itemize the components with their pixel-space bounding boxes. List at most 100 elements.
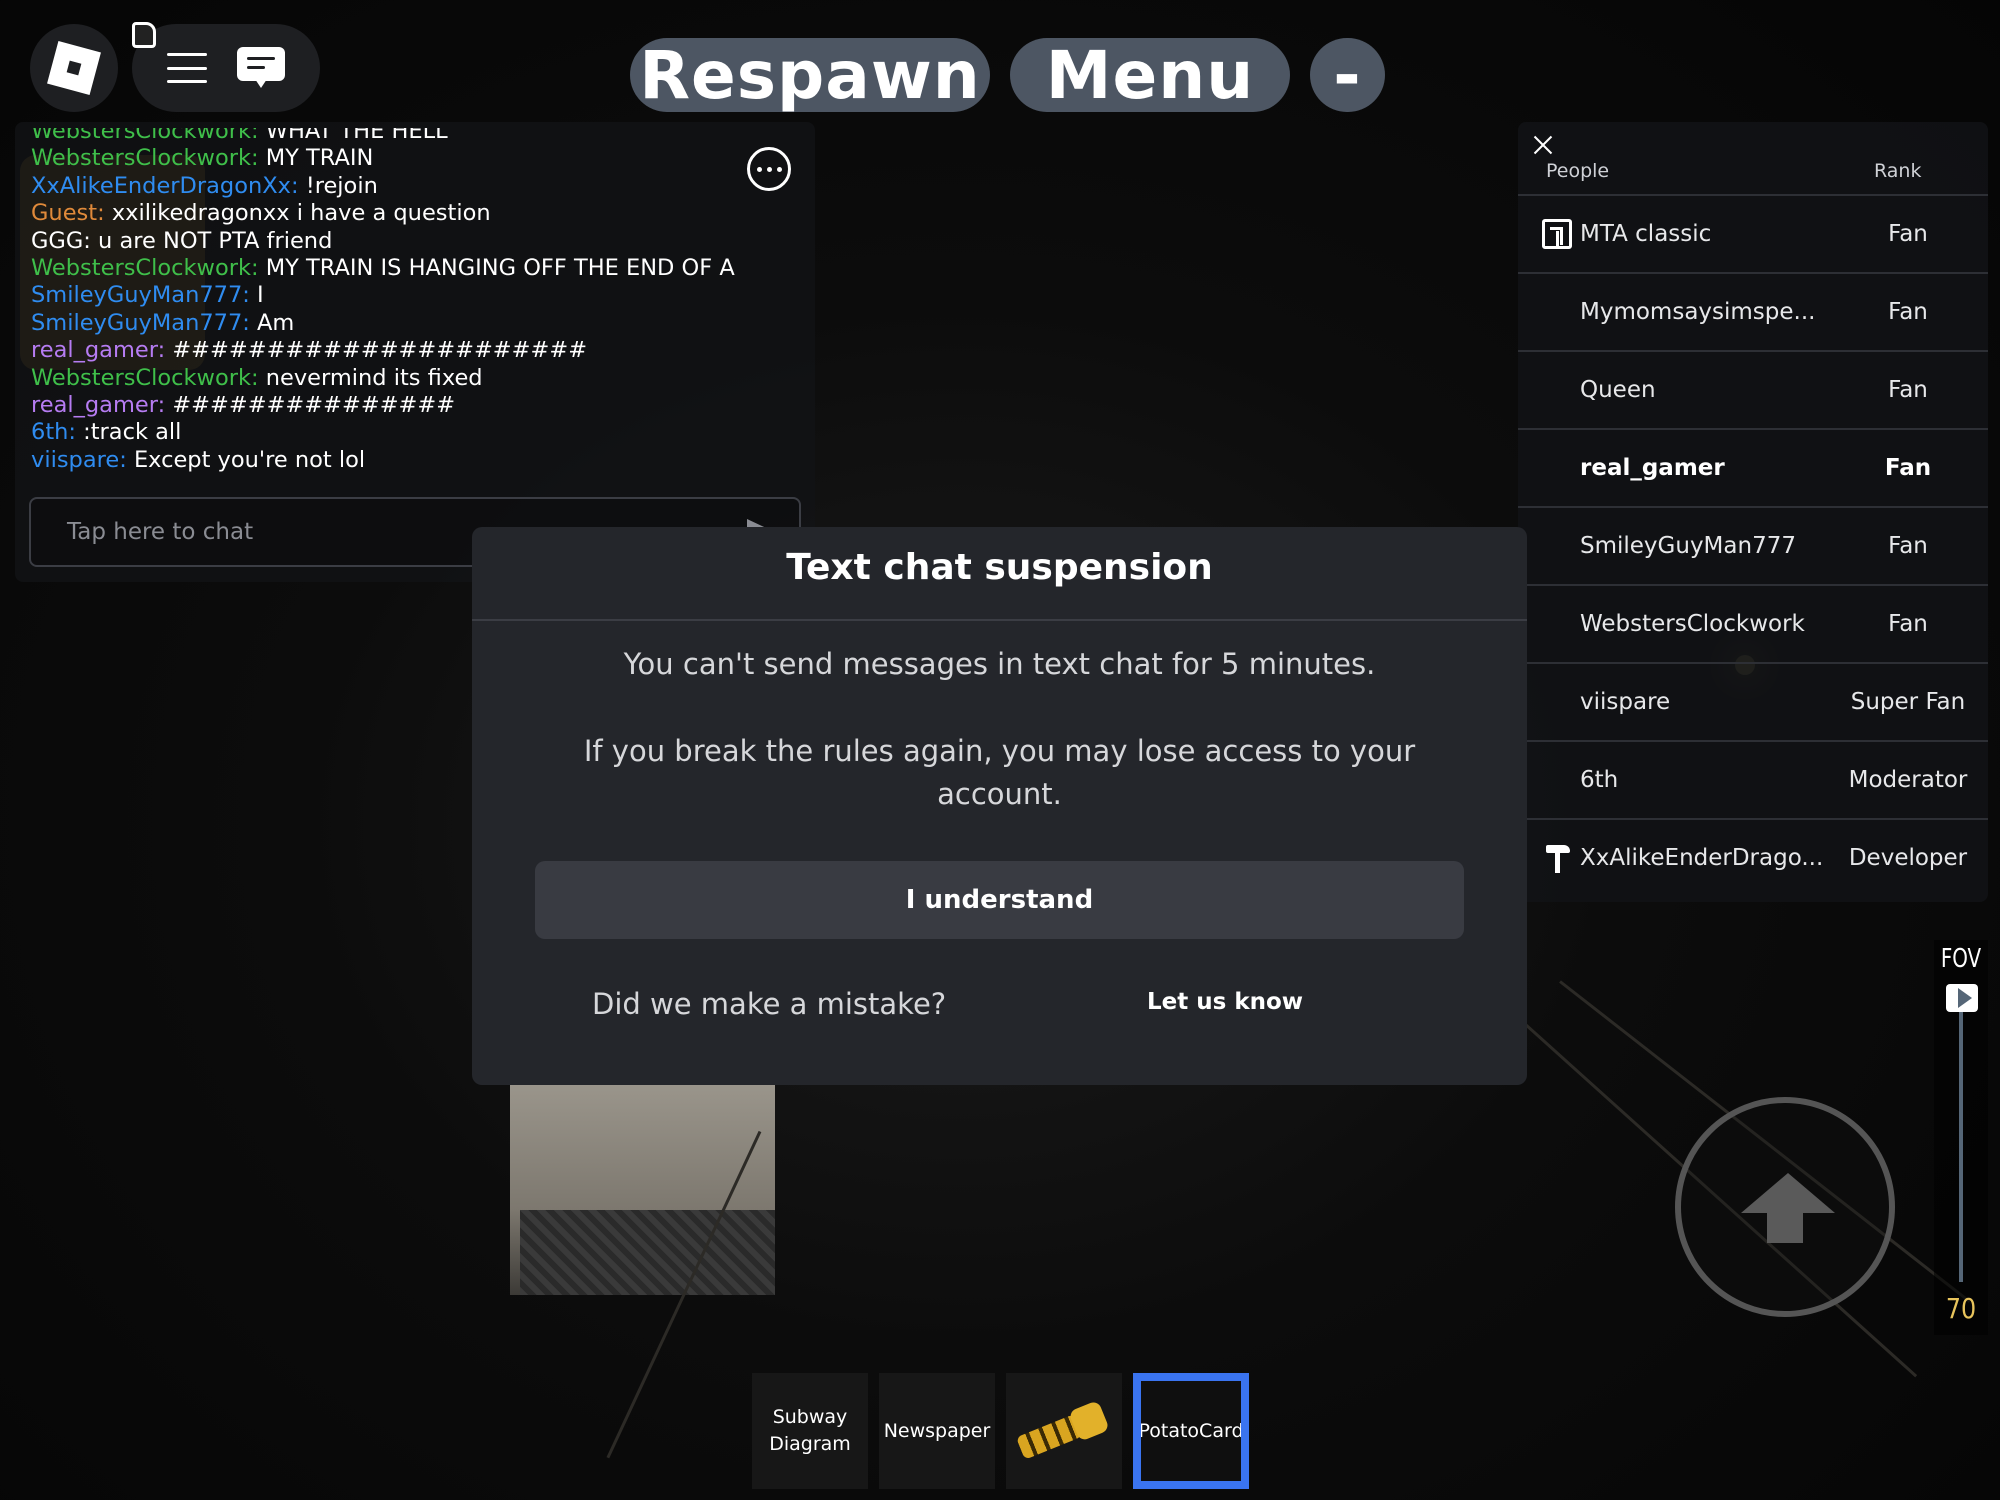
chat-window: WebstersClockwork: WHAT THE HELL Websters… xyxy=(15,122,815,582)
up-arrow-stem xyxy=(1767,1211,1803,1243)
chat-message-author: SmileyGuyMan777: xyxy=(31,282,250,309)
hotbar-slot-label: PotatoCard xyxy=(1138,1419,1244,1442)
menu-chat-button-group xyxy=(132,24,320,112)
hotbar-slot-label: Subway Diagram xyxy=(769,1406,851,1455)
dialog-title: Text chat suspension xyxy=(786,547,1213,588)
player-name: XxAlikeEnderDrago... xyxy=(1580,845,1824,871)
player-rank: Fan xyxy=(1888,221,1928,247)
hotbar-slot-newspaper[interactable]: Newspaper xyxy=(879,1373,995,1489)
player-name: 6th xyxy=(1580,767,1619,793)
chat-message: GGG: u are NOT PTA friend xyxy=(31,228,801,255)
chat-message-text: ###################### xyxy=(172,337,588,364)
chat-message-text: nevermind its fixed xyxy=(265,364,483,391)
mistake-prompt: Did we make a mistake? xyxy=(592,987,947,1021)
chat-message: XxAlikeEnderDragonXx: !rejoin xyxy=(31,173,801,200)
background-wall-band xyxy=(520,1210,775,1295)
chat-message-text: Am xyxy=(257,309,295,336)
chat-message: viispare: Except you're not lol xyxy=(31,447,801,474)
player-rows: MTA classic Fan Mymomsaysimspe... Fan Queen F… xyxy=(1518,194,1988,896)
player-row[interactable]: SmileyGuyMan777 Fan xyxy=(1518,506,1988,584)
player-row[interactable]: viispare Super Fan xyxy=(1518,662,1988,740)
chat-message: WebstersClockwork: MY TRAIN IS HANGING O… xyxy=(31,255,801,282)
fov-slider-handle[interactable] xyxy=(1946,984,1978,1012)
chat-message-text: MY TRAIN xyxy=(265,145,374,172)
player-list: People Rank MTA classic Fan Mymomsaysimspe… xyxy=(1518,122,1988,902)
chat-message: 6th: :track all xyxy=(31,419,801,446)
mta-logo-icon xyxy=(1542,219,1572,249)
player-row[interactable]: MTA classic Fan xyxy=(1518,194,1988,272)
player-row[interactable]: real_gamer Fan xyxy=(1518,428,1988,506)
chat-message-text: ############### xyxy=(172,392,456,419)
player-rank: Fan xyxy=(1888,533,1928,559)
chat-message-author: WebstersClockwork: xyxy=(31,364,259,391)
player-rank: Developer xyxy=(1848,845,1968,871)
chat-message: SmileyGuyMan777: I xyxy=(31,282,801,309)
chat-options-icon[interactable] xyxy=(747,147,791,191)
player-rank: Super Fan xyxy=(1850,689,1966,715)
chat-message-text: WHAT THE HELL xyxy=(265,128,448,144)
roblox-menu-button[interactable] xyxy=(30,24,118,112)
player-rank: Fan xyxy=(1884,455,1932,481)
flashlight-icon xyxy=(1014,1399,1113,1464)
notification-badge-icon xyxy=(132,22,156,48)
fov-value: 70 xyxy=(1945,1292,1977,1325)
chat-message-author: Guest: xyxy=(31,200,105,227)
hotbar-slot-subway-diagram[interactable]: Subway Diagram xyxy=(752,1373,868,1489)
player-name: WebstersClockwork xyxy=(1580,611,1805,637)
hotbar-slot-potatocard[interactable]: PotatoCard xyxy=(1133,1373,1249,1489)
chat-message-author: real_gamer: xyxy=(31,337,166,364)
player-row[interactable]: Mymomsaysimspe... Fan xyxy=(1518,272,1988,350)
chat-message-author: XxAlikeEnderDragonXx: xyxy=(31,172,299,199)
fov-slider: FOV 70 xyxy=(1934,940,1988,1335)
chat-message-author: viispare: xyxy=(31,446,127,473)
chat-message-text: MY TRAIN IS HANGING OFF THE END OF A xyxy=(265,255,735,282)
chat-message-author: GGG: xyxy=(31,227,91,254)
chat-message-author: real_gamer: xyxy=(31,392,166,419)
chat-message: WebstersClockwork: WHAT THE HELL xyxy=(31,128,801,145)
hamburger-menu-icon[interactable] xyxy=(167,53,207,83)
i-understand-button[interactable]: I understand xyxy=(535,861,1464,939)
rank-column-header: Rank xyxy=(1874,160,1922,182)
player-list-header: People Rank xyxy=(1518,160,1988,190)
chat-message-author: SmileyGuyMan777: xyxy=(31,309,250,336)
player-name: MTA classic xyxy=(1580,221,1712,247)
chat-message-text: !rejoin xyxy=(305,172,378,199)
game-menu-button[interactable]: Menu xyxy=(1010,37,1290,114)
chat-log[interactable]: WebstersClockwork: WHAT THE HELL Websters… xyxy=(31,128,801,488)
chat-message: real_gamer: ###################### xyxy=(31,337,801,364)
chat-message-text: :track all xyxy=(83,419,182,446)
up-arrow-icon xyxy=(1741,1173,1835,1213)
player-rank: Fan xyxy=(1888,377,1928,403)
chat-message-text: xxilikedragonxx i have a question xyxy=(111,200,491,227)
player-row[interactable]: 6th Moderator xyxy=(1518,740,1988,818)
player-row[interactable]: WebstersClockwork Fan xyxy=(1518,584,1988,662)
let-us-know-link[interactable]: Let us know xyxy=(1147,989,1303,1015)
close-icon[interactable] xyxy=(1528,130,1558,160)
chat-message-text: I xyxy=(257,282,264,309)
fov-track[interactable] xyxy=(1959,1002,1963,1282)
chat-message-author: WebstersClockwork: xyxy=(31,145,259,172)
player-name: viispare xyxy=(1580,689,1671,715)
fov-label: FOV xyxy=(1940,944,1982,974)
jump-button[interactable] xyxy=(1675,1097,1895,1317)
chat-message-author: WebstersClockwork: xyxy=(31,128,259,144)
player-name: SmileyGuyMan777 xyxy=(1580,533,1796,559)
player-name: real_gamer xyxy=(1580,455,1725,481)
chat-message-text: Except you're not lol xyxy=(133,446,366,473)
chat-message: real_gamer: ############### xyxy=(31,392,801,419)
minimize-button[interactable]: - xyxy=(1310,37,1385,114)
chat-message-author: WebstersClockwork: xyxy=(31,255,259,282)
respawn-button[interactable]: Respawn xyxy=(630,37,990,114)
text-chat-suspension-dialog: Text chat suspension You can't send mess… xyxy=(472,527,1527,1085)
chat-message: Guest: xxilikedragonxx i have a question xyxy=(31,200,801,227)
suspension-duration-message: You can't send messages in text chat for… xyxy=(623,647,1376,681)
chat-toggle-icon[interactable] xyxy=(237,47,285,89)
player-name: Queen xyxy=(1580,377,1656,403)
player-row[interactable]: Queen Fan xyxy=(1518,350,1988,428)
chat-message: WebstersClockwork: nevermind its fixed xyxy=(31,365,801,392)
chat-message: SmileyGuyMan777: Am xyxy=(31,310,801,337)
hotbar-slot-flashlight[interactable] xyxy=(1006,1373,1122,1489)
hotbar-slot-label: Newspaper xyxy=(883,1419,991,1442)
player-row[interactable]: XxAlikeEnderDrago... Developer xyxy=(1518,818,1988,896)
dialog-divider xyxy=(472,619,1527,621)
